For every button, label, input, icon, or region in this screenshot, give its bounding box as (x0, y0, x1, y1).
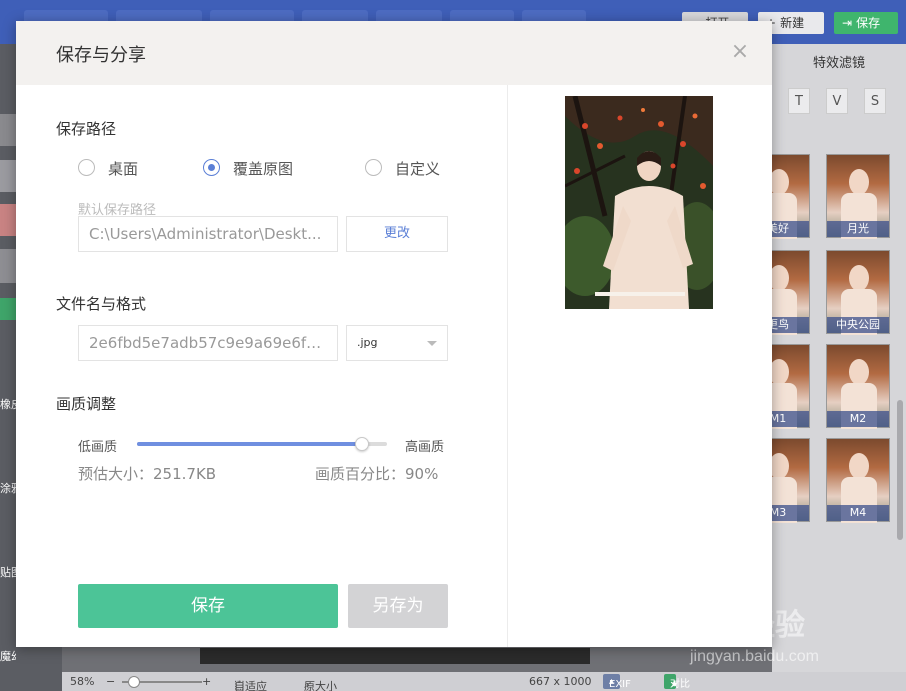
estimated-size: 预估大小：251.7KB (78, 465, 217, 483)
tool-swatch[interactable] (0, 298, 16, 320)
change-path-button[interactable]: 更改 (346, 216, 448, 252)
tool-swatch[interactable] (0, 204, 16, 236)
image-dimensions: 667 x 1000 (529, 675, 592, 688)
image-preview (565, 96, 713, 309)
save-path-title: 保存路径 (56, 120, 117, 138)
save-path-input[interactable]: C:\Users\Administrator\Deskt... (78, 216, 338, 252)
filter-panel-title: 特效滤镜 (812, 56, 865, 71)
tool-sticker[interactable]: 贴图 (0, 564, 16, 580)
zoom-level: 58% (70, 675, 95, 688)
tool-doodle[interactable]: 涂鸦 (0, 480, 16, 496)
zoom-out-icon[interactable]: − (106, 675, 115, 688)
filter-panel: 特效滤镜 T V S 美好 月光 更鸟 中央公园 M1 M2 M3 M4 (746, 44, 906, 691)
quality-low-label: 低画质 (78, 440, 118, 455)
status-bar: 58% − + ⬚ 自适应 ⌕ 原大小 667 x 1000 EXIF ▴ ★ … (62, 672, 906, 691)
filename-input[interactable]: 2e6fbd5e7adb57c9e9a69e6fcb... (78, 325, 338, 361)
tool-swatch[interactable] (0, 114, 16, 146)
radio-circle-selected (203, 159, 220, 176)
dialog-divider (507, 85, 508, 647)
filter-thumb[interactable]: 中央公园 (826, 250, 890, 335)
chevron-down-icon (427, 341, 437, 346)
compare-button[interactable]: ★ 对比 (664, 674, 690, 690)
file-format-title: 文件名与格式 (56, 295, 147, 313)
dialog-header: 保存与分享 × (16, 21, 772, 85)
filter-thumb[interactable]: M4 (826, 438, 890, 523)
toolbar-save-button[interactable]: ⇥ 保存 (834, 12, 898, 34)
radio-circle (365, 159, 382, 176)
zoom-in-icon[interactable]: + (202, 675, 211, 688)
filter-tab-v[interactable]: V (826, 88, 848, 114)
tool-swatch[interactable] (0, 160, 16, 192)
tool-eraser[interactable]: 橡皮 (0, 396, 16, 412)
format-select[interactable]: .jpg (346, 325, 448, 361)
quality-slider-fill (137, 442, 362, 446)
filter-thumb[interactable]: M2 (826, 344, 890, 429)
close-icon[interactable]: × (730, 41, 750, 63)
quality-slider[interactable] (137, 437, 387, 451)
quality-high-label: 高画质 (405, 440, 445, 455)
quality-title: 画质调整 (56, 395, 117, 413)
canvas-photo (200, 648, 590, 664)
tool-swatch[interactable] (0, 249, 16, 283)
watermark-url: jingyan.baidu.com (690, 648, 819, 665)
quality-percent: 画质百分比：90% (315, 465, 439, 483)
radio-circle (78, 159, 95, 176)
filter-tab-t[interactable]: T (788, 88, 810, 114)
filter-tabs: T V S (772, 88, 906, 118)
exif-button[interactable]: EXIF ▴ (603, 674, 631, 690)
dialog-title: 保存与分享 (56, 45, 146, 66)
filter-thumb[interactable]: 月光 (826, 154, 890, 239)
export-icon: ⇥ (842, 16, 853, 30)
save-button[interactable]: 保存 (78, 584, 338, 628)
quality-slider-thumb[interactable] (355, 437, 369, 451)
preview-photo (565, 96, 713, 309)
save-as-button[interactable]: 另存为 (348, 584, 448, 628)
zoom-slider-thumb[interactable] (128, 676, 140, 688)
filter-panel-scrollbar[interactable] (897, 400, 903, 540)
tool-magic-pen[interactable]: 魔幻笔 (0, 648, 16, 664)
save-share-dialog: 保存与分享 × 保存路径 桌面 覆盖原图 自定义 默认保存路径 C:\Users… (16, 21, 772, 647)
filter-tab-s[interactable]: S (864, 88, 886, 114)
